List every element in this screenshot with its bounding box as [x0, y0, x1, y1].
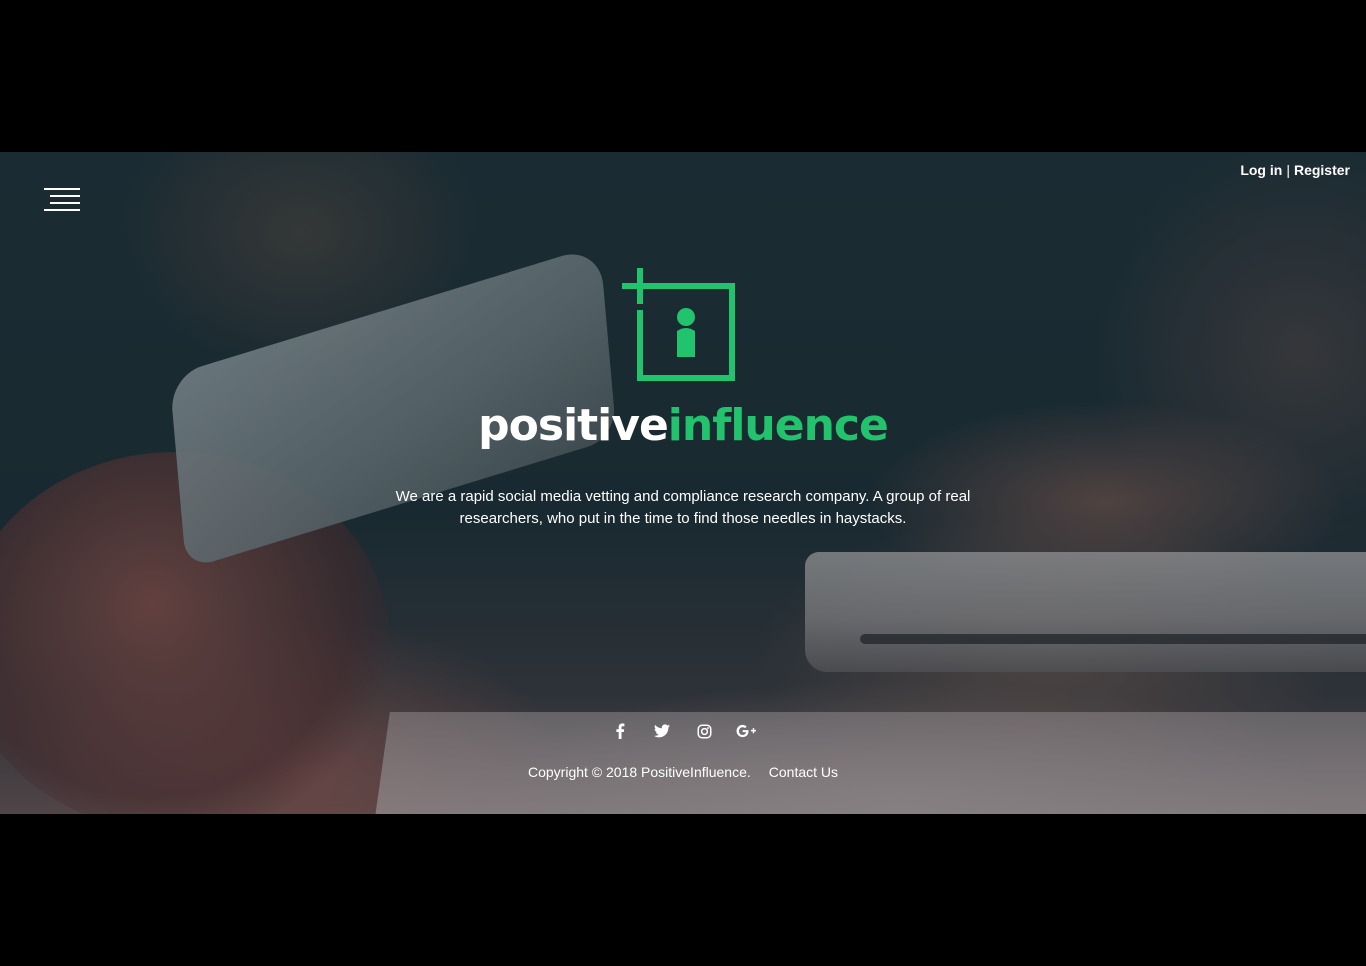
positive-influence-logo-icon — [622, 268, 735, 381]
login-link[interactable]: Log in — [1240, 162, 1282, 178]
background-overlay — [0, 152, 1366, 814]
hero-tagline: We are a rapid social media vetting and … — [395, 488, 971, 527]
brand-wordmark: positiveinfluence — [0, 396, 1366, 456]
footer: Copyright © 2018 PositiveInfluence. Conta… — [0, 764, 1366, 780]
auth-separator: | — [1286, 162, 1290, 178]
instagram-icon[interactable] — [694, 721, 714, 741]
hamburger-menu-icon[interactable] — [44, 186, 82, 214]
social-links — [0, 721, 1366, 741]
twitter-icon[interactable] — [652, 721, 672, 741]
google-plus-icon[interactable] — [736, 721, 756, 741]
facebook-icon[interactable] — [610, 721, 630, 741]
register-link[interactable]: Register — [1294, 162, 1350, 178]
auth-links: Log in | Register — [1240, 162, 1350, 178]
brand-word-positive: positive — [478, 400, 669, 451]
contact-us-link[interactable]: Contact Us — [769, 764, 838, 780]
brand-word-influence: influence — [667, 400, 889, 451]
hero-section: Log in | Register positiveinfluence We a… — [0, 152, 1366, 814]
copyright-text: Copyright © 2018 PositiveInfluence. — [527, 764, 751, 780]
